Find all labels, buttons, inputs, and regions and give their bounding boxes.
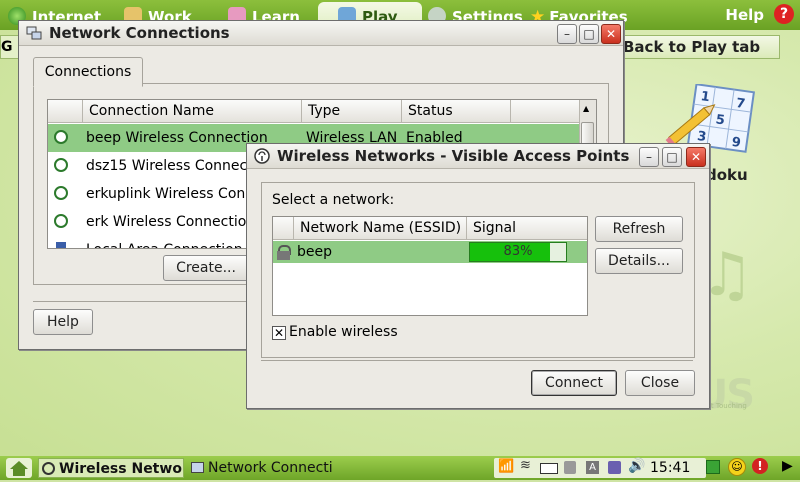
maximize-button[interactable]: □ [579, 24, 599, 44]
taskbar-item-wireless[interactable]: Wireless Netwo [38, 458, 184, 478]
desktop-grid-icon[interactable] [706, 460, 720, 474]
keyboard-layout-icon[interactable]: A [586, 461, 599, 474]
back-to-play-button[interactable]: Back to Play tab [606, 35, 780, 59]
volume-icon[interactable]: 🔊 [628, 458, 645, 474]
window-title: Network Connections [49, 24, 230, 42]
column-header-connection-name[interactable]: Connection Name [83, 100, 302, 123]
smiley-icon[interactable]: ☺ [728, 458, 746, 476]
access-point-list: Network Name (ESSID) Signal beep 83% [272, 216, 588, 316]
sudoku-label: doku [706, 166, 748, 184]
window-title: Wireless Networks - Visible Access Point… [277, 147, 630, 165]
enable-wireless-label: Enable wireless [289, 324, 398, 340]
home-icon [10, 461, 28, 476]
taskbar-item-label: Network Connecti [208, 460, 333, 476]
column-header-type[interactable]: Type [302, 100, 402, 123]
clock: 15:41 [650, 460, 691, 476]
window-titlebar[interactable]: Network Connections – □ ✕ [19, 21, 623, 46]
refresh-button[interactable]: Refresh [595, 216, 683, 242]
wifi-icon[interactable]: 📶 [498, 459, 514, 474]
help-button[interactable]: Help [33, 309, 93, 335]
home-button[interactable] [6, 458, 32, 478]
column-header-icon[interactable] [48, 100, 83, 123]
help-icon[interactable]: ? [774, 4, 794, 24]
wireless-networks-dialog: Wireless Networks - Visible Access Point… [246, 143, 710, 409]
wireless-antenna-icon [42, 462, 55, 475]
network-essid: beep [297, 244, 332, 260]
window-titlebar[interactable]: Wireless Networks - Visible Access Point… [247, 144, 709, 169]
connect-button[interactable]: Connect [531, 370, 617, 396]
wired-connection-icon [56, 242, 66, 248]
enable-wireless-checkbox[interactable]: ✕ [272, 326, 286, 340]
taskbar-item-label: Wireless Netwo [59, 461, 182, 477]
wireless-connection-icon [54, 130, 68, 144]
column-header-signal[interactable]: Signal [467, 217, 587, 240]
help-link[interactable]: Help [725, 6, 764, 24]
network-computer-icon [191, 462, 204, 473]
close-button[interactable]: ✕ [686, 147, 706, 167]
wireless-connection-icon [54, 186, 68, 200]
close-dialog-button[interactable]: Close [625, 370, 695, 396]
minimize-button[interactable]: – [639, 147, 659, 167]
maximize-button[interactable]: □ [662, 147, 682, 167]
taskbar-item-network-connections[interactable]: Network Connecti [188, 458, 338, 478]
column-header-filler [511, 100, 580, 123]
scroll-up-icon[interactable]: ▲ [583, 104, 589, 113]
signal-strength-bar: 83% [469, 242, 567, 262]
storage-icon[interactable] [564, 461, 576, 474]
signal-percent: 83% [503, 244, 533, 259]
wireless-antenna-icon [254, 148, 270, 164]
column-header-essid[interactable]: Network Name (ESSID) [294, 217, 467, 240]
details-button[interactable]: Details... [595, 248, 683, 274]
column-header-status[interactable]: Status [402, 100, 511, 123]
input-method-icon[interactable] [608, 461, 621, 474]
table-row[interactable]: beep 83% [273, 241, 587, 263]
select-network-label: Select a network: [272, 192, 395, 208]
taskbar: Wireless Netwo Network Connecti 📶 ≋ A 🔊 … [0, 456, 800, 480]
wireless-signal-icon[interactable]: ≋ [520, 458, 531, 473]
shutdown-icon[interactable]: ! [752, 458, 768, 474]
chevron-right-icon[interactable]: ▶ [782, 458, 793, 474]
wireless-connection-icon [54, 158, 68, 172]
battery-icon[interactable] [540, 463, 558, 474]
create-button[interactable]: Create... [163, 255, 249, 281]
divider [261, 360, 693, 361]
minimize-button[interactable]: – [557, 24, 577, 44]
network-computer-icon [26, 26, 42, 40]
column-header-lock[interactable] [273, 217, 294, 240]
tab-connections[interactable]: Connections [33, 57, 143, 87]
close-button[interactable]: ✕ [601, 24, 621, 44]
lock-icon-body [277, 251, 290, 260]
wireless-connection-icon [54, 214, 68, 228]
